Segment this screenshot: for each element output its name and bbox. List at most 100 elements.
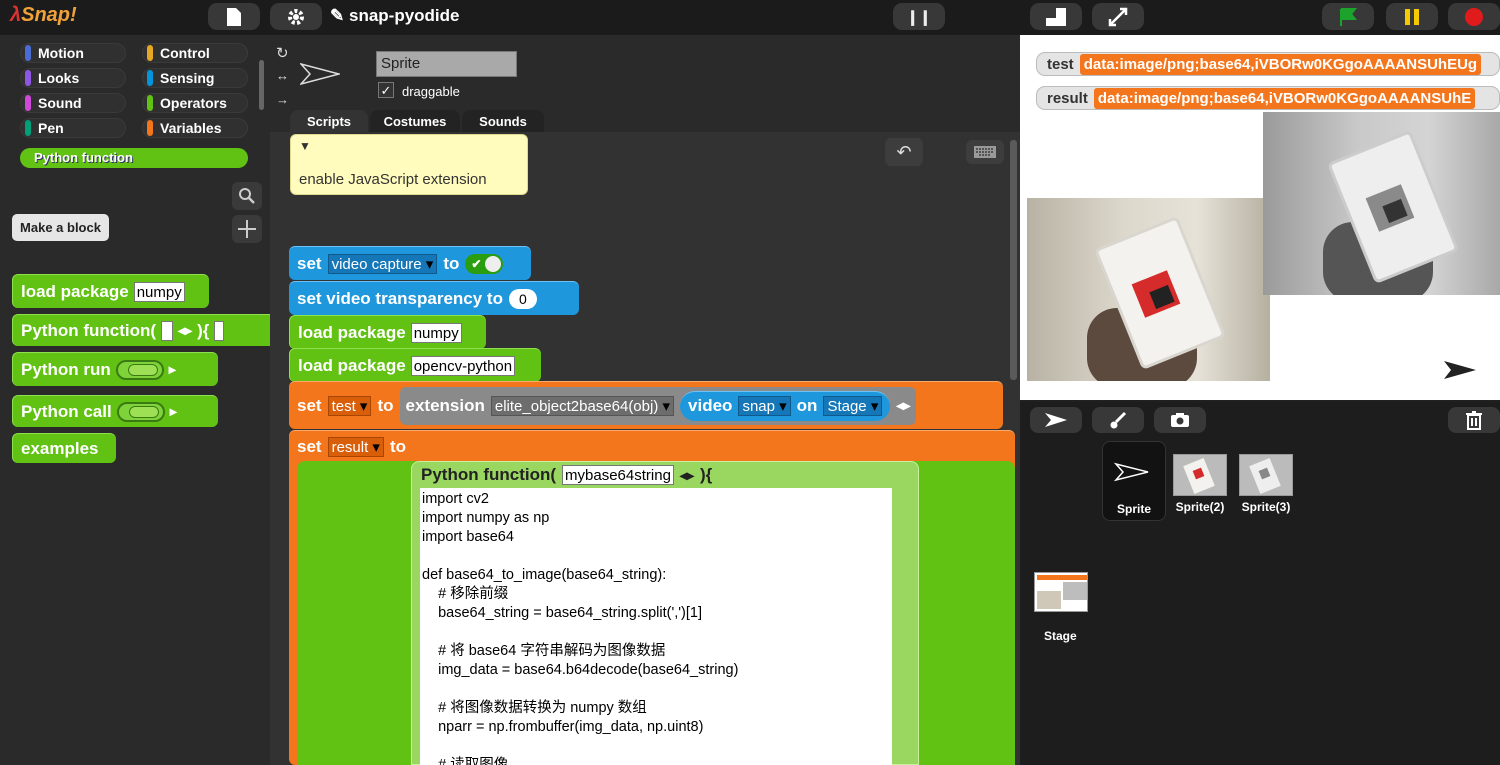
video-option-dropdown[interactable]: snap	[738, 396, 791, 416]
set-video-capture-block[interactable]: setvideo captureto✔	[289, 246, 531, 280]
make-a-block-button[interactable]: Make a block	[12, 214, 109, 241]
expand-icon	[1108, 7, 1128, 26]
package-slot[interactable]: opencv-python	[410, 355, 516, 376]
sprite-icon-sprite[interactable]: Sprite	[1102, 446, 1166, 526]
keyboard-icon	[974, 146, 996, 158]
category-control[interactable]: Control	[142, 43, 248, 63]
package-slot[interactable]: numpy	[133, 281, 185, 302]
category-sound[interactable]: Sound	[20, 93, 126, 113]
plus-icon	[238, 220, 256, 238]
stage-label: Stage	[1044, 629, 1077, 643]
trash-icon	[1466, 411, 1482, 430]
stage-dropdown[interactable]: Stage	[823, 396, 883, 416]
package-slot[interactable]: numpy	[410, 322, 462, 343]
extension-block[interactable]: extensionelite_object2base64(obj) videos…	[399, 386, 917, 425]
extension-dropdown[interactable]: elite_object2base64(obj)	[490, 395, 675, 416]
add-block-button[interactable]	[232, 215, 262, 243]
unsafe-steps-button[interactable]: ❙❙	[893, 3, 945, 30]
category-sensing[interactable]: Sensing	[142, 68, 248, 88]
watcher-result[interactable]: result data:image/png;base64,iVBORw0KGgoA…	[1036, 86, 1500, 110]
category-looks[interactable]: Looks	[20, 68, 126, 88]
comment-note[interactable]: ▼ enable JavaScript extension	[290, 134, 528, 195]
sprite-name-field[interactable]: Sprite	[376, 51, 517, 77]
video-snap-block[interactable]: videosnaponStage	[680, 390, 891, 421]
variable-dropdown[interactable]: result	[327, 437, 384, 457]
stage-size-button[interactable]	[1030, 3, 1082, 30]
watcher-test[interactable]: test data:image/png;base64,iVBORw0KGgoAAA…	[1036, 52, 1500, 76]
variadic-arrows-icon[interactable]: ◂▸	[178, 322, 192, 339]
turtle-icon	[1045, 413, 1067, 427]
pencil-icon: ✎	[330, 6, 345, 25]
tab-costumes[interactable]: Costumes	[370, 110, 460, 132]
file-menu-button[interactable]	[208, 3, 260, 30]
category-motion[interactable]: Motion	[20, 43, 126, 63]
no-rotate-icon[interactable]: →	[276, 92, 289, 107]
palette-load-package-block[interactable]: load package numpy	[12, 274, 209, 308]
stop-icon	[1465, 7, 1483, 26]
param-slot[interactable]	[161, 320, 174, 341]
variable-dropdown[interactable]: video capture	[327, 253, 438, 274]
load-package-opencv-block[interactable]: load package opencv-python	[289, 348, 541, 382]
rotate-lr-icon[interactable]: ↔	[276, 68, 289, 83]
arrows-icon[interactable]: ▸	[169, 361, 176, 378]
ring-slot[interactable]	[116, 401, 165, 422]
presentation-mode-button[interactable]	[1092, 3, 1144, 30]
draggable-label: draggable	[402, 84, 460, 99]
transparency-input[interactable]: 0	[508, 288, 537, 309]
variadic-arrows-icon[interactable]: ◂▸	[896, 397, 910, 414]
undo-icon: ↶	[896, 141, 912, 162]
lambda-icon: λ	[10, 4, 22, 26]
draggable-checkbox[interactable]: ✓	[378, 82, 394, 98]
category-operators[interactable]: Operators	[142, 93, 248, 113]
camera-sprite-button[interactable]	[1154, 407, 1206, 433]
script-scrollbar[interactable]	[1010, 140, 1017, 380]
video-frame-gray	[1263, 112, 1500, 295]
palette-python-run-block[interactable]: Python run ▸	[12, 352, 218, 386]
video-frame-color	[1027, 198, 1270, 381]
ring-slot[interactable]	[115, 359, 164, 380]
project-title[interactable]: ✎ snap-pyodide	[330, 6, 460, 26]
pause-icon	[1405, 8, 1419, 25]
load-package-numpy-block[interactable]: load package numpy	[289, 315, 486, 349]
stage-thumbnail[interactable]	[1034, 572, 1088, 612]
variadic-arrows-icon[interactable]: ◂▸	[680, 467, 694, 484]
keyboard-button[interactable]	[966, 140, 1004, 164]
comment-text[interactable]: enable JavaScript extension	[291, 163, 527, 196]
settings-button[interactable]	[270, 3, 322, 30]
undo-button[interactable]: ↶	[885, 138, 923, 166]
set-test-block[interactable]: settestto extensionelite_object2base64(o…	[289, 381, 1003, 429]
camera-icon	[1171, 413, 1189, 427]
collapse-arrow-icon[interactable]: ▼	[291, 135, 527, 163]
sprite2-thumbnail	[1173, 454, 1227, 496]
variable-dropdown[interactable]: test	[327, 395, 372, 416]
sprite-arrow-icon[interactable]	[1443, 360, 1477, 380]
param-slot[interactable]: mybase64string	[562, 465, 674, 485]
tab-scripts[interactable]: Scripts	[290, 110, 368, 132]
palette-python-call-block[interactable]: Python call ▸	[12, 395, 218, 427]
trash-button[interactable]	[1448, 407, 1500, 433]
arrows-icon[interactable]: ▸	[170, 403, 177, 420]
set-video-transparency-block[interactable]: set video transparency to 0	[289, 281, 579, 315]
python-code-textarea[interactable]: import cv2 import numpy as np import bas…	[420, 488, 892, 765]
category-pen[interactable]: Pen	[20, 118, 126, 138]
sprite-icon-sprite2[interactable]: Sprite(2)	[1168, 446, 1232, 526]
toggle-switch[interactable]: ✔	[465, 253, 504, 274]
category-python-function[interactable]: Python function	[20, 148, 248, 168]
add-turtle-sprite-button[interactable]	[1030, 407, 1082, 433]
paint-sprite-button[interactable]	[1092, 407, 1144, 433]
code-slot[interactable]	[214, 320, 225, 341]
palette-examples-block[interactable]: examples	[12, 433, 116, 463]
sprite-icon-sprite3[interactable]: Sprite(3)	[1234, 446, 1298, 526]
stop-button[interactable]	[1448, 3, 1500, 30]
search-blocks-button[interactable]	[232, 182, 262, 210]
tab-sounds[interactable]: Sounds	[462, 110, 544, 132]
green-flag-button[interactable]	[1322, 3, 1374, 30]
sprite3-thumbnail	[1239, 454, 1293, 496]
pause-button[interactable]	[1386, 3, 1438, 30]
rotate-all-icon[interactable]: ↻	[276, 44, 289, 62]
palette-python-function-block[interactable]: Python function(◂▸){	[12, 314, 270, 346]
category-scrollbar[interactable]	[259, 60, 264, 110]
turtle-costume-icon	[1114, 462, 1149, 482]
snap-logo[interactable]: λSnap!	[10, 4, 77, 27]
category-variables[interactable]: Variables	[142, 118, 248, 138]
